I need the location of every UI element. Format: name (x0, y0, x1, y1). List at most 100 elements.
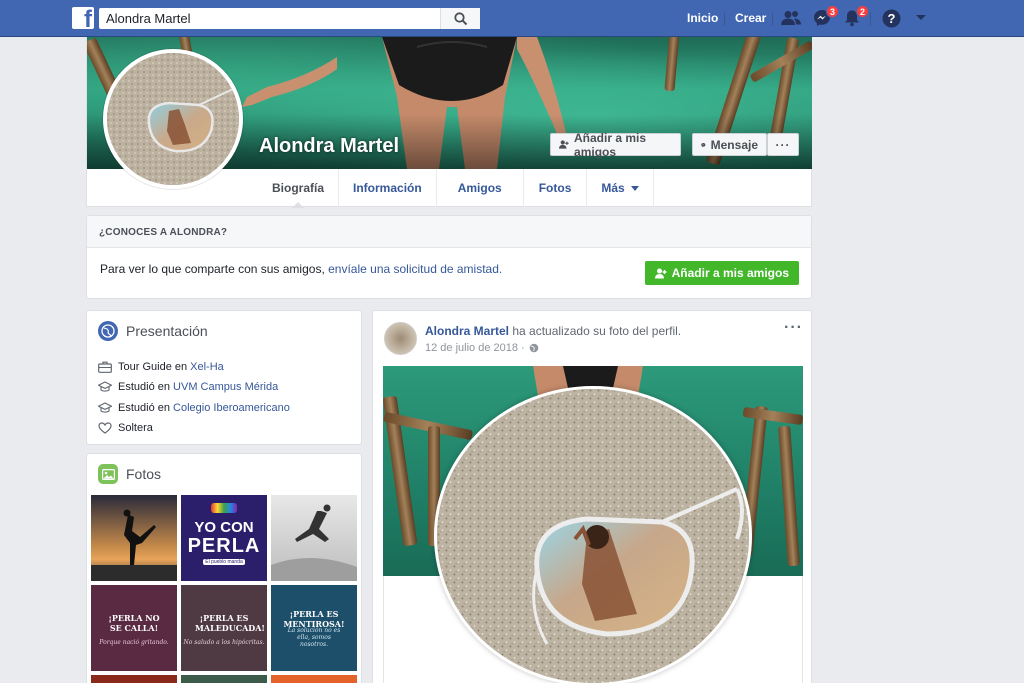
tile-perla-text: PERLA (187, 535, 261, 557)
post-action-text: ha actualizado su foto del perfil. (509, 324, 682, 338)
intro-work-link[interactable]: Xel-Ha (190, 361, 224, 373)
post-profile-picture[interactable] (434, 386, 752, 683)
tile-mentirosa-sub: La solución no es ella, somos nosotros. (287, 627, 341, 648)
messages-count-badge: 3 (826, 5, 839, 18)
tile-no-se-calla-text: ¡PERLA NO SE CALLA! (108, 613, 160, 633)
search-input[interactable] (99, 8, 439, 29)
add-friend-green-label: Añadir a mis amigos (671, 266, 789, 280)
add-friend-icon (654, 268, 667, 278)
caret-down-icon[interactable] (910, 8, 932, 28)
add-friend-icon (559, 140, 569, 149)
photos-icon (98, 464, 118, 484)
tab-mas[interactable]: Más (587, 169, 654, 207)
photo-thumbnail[interactable] (271, 495, 357, 581)
bell-icon[interactable]: 2 (841, 5, 869, 28)
message-label: Mensaje (710, 137, 758, 152)
tab-fotos[interactable]: Fotos (524, 169, 588, 207)
message-button[interactable]: Mensaje (692, 133, 767, 156)
tile-mentirosa-text: ¡PERLA ES MENTIROSA! (283, 609, 345, 629)
photos-header: Fotos (98, 464, 161, 484)
graduation-cap-icon (98, 381, 112, 392)
photo-thumbnail[interactable] (91, 675, 177, 683)
globe-icon (529, 343, 538, 353)
top-navigation-bar: f Inicio Crear 3 2 ? (0, 0, 1024, 37)
nav-home-link[interactable]: Inicio (687, 11, 718, 25)
nav-create-link[interactable]: Crear (735, 11, 766, 25)
friends-icon[interactable] (780, 8, 802, 28)
profile-tabs: Biografía Información Amigos Fotos Más (258, 169, 654, 208)
globe-icon (98, 321, 118, 341)
heart-icon (98, 422, 112, 434)
post-sunglasses-image (437, 389, 749, 683)
photos-title: Fotos (126, 466, 162, 482)
tab-mas-label: Más (601, 181, 625, 195)
photo-thumbnail[interactable]: YO CON PERLA El pueblo manda (181, 495, 267, 581)
help-icon[interactable]: ? (880, 8, 902, 28)
send-friend-request-link[interactable]: envíale una solicitud de amistad. (328, 262, 502, 276)
tab-biografia[interactable]: Biografía (258, 169, 340, 208)
profile-picture[interactable] (103, 49, 243, 189)
photo-thumbnail[interactable] (181, 675, 267, 683)
briefcase-icon (98, 361, 112, 373)
add-friend-button[interactable]: Añadir a mis amigos (550, 130, 681, 159)
feed-post: Alondra Martel ha actualizado su foto de… (372, 310, 812, 683)
search-button[interactable] (440, 8, 480, 29)
confetti-decoration (211, 503, 237, 513)
profile-name[interactable]: Alondra Martel (259, 135, 399, 158)
intro-edu2-prefix: Estudió en (118, 402, 174, 414)
do-you-know-title: ¿CONOCES A ALONDRA? (87, 216, 811, 248)
tab-informacion[interactable]: Información (339, 169, 437, 207)
photo-thumbnail[interactable]: ¡PERLA ES MALEDUCADA! No saludo a los hi… (181, 585, 267, 671)
intro-edu1-prefix: Estudió en (118, 381, 174, 393)
tile-yo-con-text: YO CON (194, 519, 254, 536)
notifications-count-badge: 2 (856, 5, 869, 18)
nav-divider (724, 12, 725, 26)
intro-header: Presentación (98, 321, 208, 341)
post-author-link[interactable]: Alondra Martel (425, 324, 509, 338)
add-friend-label: Añadir a mis amigos (574, 130, 647, 159)
caret-down-icon (630, 185, 639, 191)
photo-grid: YO CON PERLA El pueblo manda ¡PERLA NO S… (91, 495, 358, 683)
intro-relationship-row: Soltera (98, 422, 153, 434)
post-author-avatar[interactable] (384, 322, 417, 355)
more-options-button[interactable]: ··· (767, 133, 799, 156)
nav-divider (772, 12, 773, 26)
graduation-cap-icon (98, 402, 112, 413)
facebook-logo-icon[interactable]: f (72, 7, 94, 29)
add-friend-green-button[interactable]: Añadir a mis amigos (644, 261, 799, 285)
intro-work-prefix: Tour Guide en (118, 361, 191, 373)
svg-text:?: ? (887, 11, 895, 26)
intro-education-row: Estudió en Colegio Iberoamericano (98, 402, 290, 414)
messenger-icon[interactable]: 3 (811, 5, 839, 28)
intro-edu1-link[interactable]: UVM Campus Mérida (173, 381, 278, 393)
tile-maleducada-text: ¡PERLA ES MALEDUCADA! (195, 613, 265, 633)
messenger-icon (701, 142, 706, 147)
post-date-text[interactable]: 12 de julio de 2018 · (425, 342, 525, 354)
photo-thumbnail[interactable] (271, 675, 357, 683)
photo-thumbnail[interactable] (91, 495, 177, 581)
do-you-know-message: Para ver lo que comparte con sus amigos, (100, 262, 329, 276)
intro-relationship-text: Soltera (118, 422, 153, 434)
intro-education-row: Estudió en UVM Campus Mérida (98, 381, 278, 393)
intro-work-row: Tour Guide en Xel-Ha (98, 361, 224, 373)
do-you-know-card: ¿CONOCES A ALONDRA? Para ver lo que comp… (86, 215, 812, 299)
tile-tag-text: El pueblo manda (203, 559, 245, 565)
post-timestamp: 12 de julio de 2018 · (425, 342, 539, 354)
post-header: Alondra Martel ha actualizado su foto de… (425, 324, 681, 338)
intro-title: Presentación (126, 323, 208, 339)
search-bar (99, 8, 480, 29)
search-icon (453, 11, 467, 25)
profile-sunglasses-image (107, 53, 239, 185)
tile-maleducada-sub: No saludo a los hipócritas. (183, 639, 265, 646)
post-options-button[interactable]: ··· (784, 319, 803, 337)
tile-no-se-calla-sub: Porque nació gritando. (99, 639, 169, 646)
intro-card: Presentación Tour Guide en Xel-Ha Estudi… (86, 310, 362, 445)
photo-thumbnail[interactable]: ¡PERLA NO SE CALLA! Porque nació gritand… (91, 585, 177, 671)
intro-edu2-link[interactable]: Colegio Iberoamericano (173, 402, 290, 414)
nav-divider (870, 12, 871, 26)
profile-cover-card: Alondra Martel Añadir a mis amigos Mensa… (86, 37, 812, 208)
tab-amigos[interactable]: Amigos (437, 169, 524, 207)
photo-thumbnail[interactable]: ¡PERLA ES MENTIROSA! La solución no es e… (271, 585, 357, 671)
do-you-know-text: Para ver lo que comparte con sus amigos,… (100, 262, 502, 276)
photos-card: Fotos YO CON PERLA El pueblo manda ¡PERL… (86, 453, 362, 683)
